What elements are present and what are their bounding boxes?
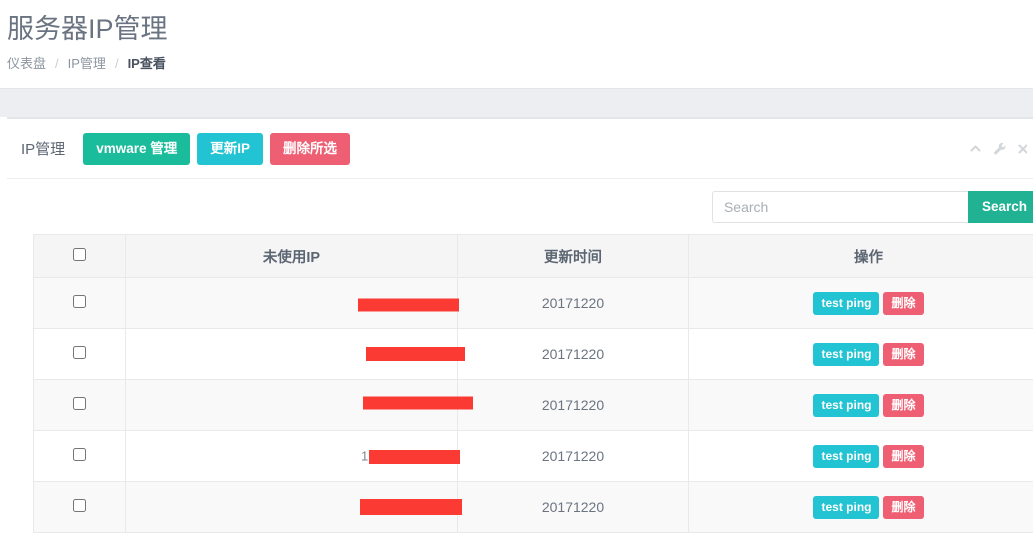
redaction-bar [358,299,459,312]
header-update-time: 更新时间 [458,235,689,278]
select-all-header [34,235,126,278]
wrench-icon[interactable] [993,142,1006,155]
breadcrumb-item-2: IP查看 [128,56,166,72]
redaction-bar [369,450,460,464]
update-time-cell: 20171220 [458,482,689,533]
row-select-cell [34,482,126,533]
row-select-cell [34,431,126,482]
page-header: 服务器IP管理 仪表盘/IP管理/IP查看 [0,0,1033,88]
chevron-up-icon[interactable] [969,142,982,155]
update-time-cell: 20171220 [458,329,689,380]
unused-ip-cell [126,278,458,329]
table-row: 20171220test ping删除 [34,278,1033,329]
redaction-bar [363,397,473,410]
ip-text-partial: 1 [361,449,369,464]
panel-title: IP管理 [21,138,65,159]
update-time-cell: 20171220 [458,431,689,482]
breadcrumb-item-1[interactable]: IP管理 [68,56,106,72]
table-row: 20171220test ping删除 [34,482,1033,533]
unused-ip-cell: 1 [126,431,458,482]
search-input[interactable] [712,191,968,223]
actions-cell: test ping删除 [689,329,1033,380]
row-checkbox[interactable] [73,295,86,308]
panel-header: IP管理 vmware 管理 更新IP 删除所选 [7,119,1033,179]
update-time-cell: 20171220 [458,278,689,329]
search-row: Search [7,179,1033,234]
delete-row-button[interactable]: 删除 [883,343,923,366]
breadcrumb-item-0[interactable]: 仪表盘 [7,56,46,72]
row-select-cell [34,380,126,431]
section-divider-band [0,88,1033,117]
ip-management-panel: IP管理 vmware 管理 更新IP 删除所选 [7,117,1033,490]
test-ping-button[interactable]: test ping [813,445,879,468]
delete-row-button[interactable]: 删除 [883,496,923,519]
row-checkbox[interactable] [73,448,86,461]
test-ping-button[interactable]: test ping [813,343,879,366]
actions-cell: test ping删除 [689,278,1033,329]
table-head: 未使用IP 更新时间 操作 [34,235,1033,278]
ip-table: 未使用IP 更新时间 操作 20171220test ping删除2017122… [33,234,1033,533]
page-title: 服务器IP管理 [7,12,1033,46]
unused-ip-cell [126,329,458,380]
update-ip-button[interactable]: 更新IP [197,133,263,165]
delete-selected-button[interactable]: 删除所选 [270,133,350,165]
row-select-cell [34,329,126,380]
breadcrumb: 仪表盘/IP管理/IP查看 [7,56,1033,72]
close-icon[interactable] [1017,143,1027,155]
ip-table-wrapper: 未使用IP 更新时间 操作 20171220test ping删除2017122… [7,234,1033,533]
table-row: 20171220test ping删除 [34,380,1033,431]
actions-cell: test ping删除 [689,482,1033,533]
breadcrumb-separator: / [106,56,128,72]
delete-row-button[interactable]: 删除 [883,445,923,468]
row-checkbox[interactable] [73,346,86,359]
unused-ip-cell [126,482,458,533]
delete-row-button[interactable]: 删除 [883,292,923,315]
redaction-bar [360,499,462,515]
row-select-cell [34,278,126,329]
search-button[interactable]: Search [968,191,1033,223]
delete-row-button[interactable]: 删除 [883,394,923,417]
row-checkbox[interactable] [73,397,86,410]
unused-ip-cell [126,380,458,431]
redaction-bar [366,347,465,361]
test-ping-button[interactable]: test ping [813,496,879,519]
actions-cell: test ping删除 [689,431,1033,482]
vmware-manage-button[interactable]: vmware 管理 [83,133,190,165]
table-header-row: 未使用IP 更新时间 操作 [34,235,1033,278]
select-all-checkbox[interactable] [73,248,86,261]
table-row: 20171220test ping删除 [34,329,1033,380]
actions-cell: test ping删除 [689,380,1033,431]
update-time-cell: 20171220 [458,380,689,431]
table-row: 120171220test ping删除 [34,431,1033,482]
search-group: Search [712,191,1033,223]
test-ping-button[interactable]: test ping [813,394,879,417]
header-unused-ip: 未使用IP [126,235,458,278]
panel-tool-icons [969,139,1027,159]
breadcrumb-separator: / [46,56,68,72]
table-body: 20171220test ping删除20171220test ping删除20… [34,278,1033,533]
test-ping-button[interactable]: test ping [813,292,879,315]
header-actions: 操作 [689,235,1033,278]
